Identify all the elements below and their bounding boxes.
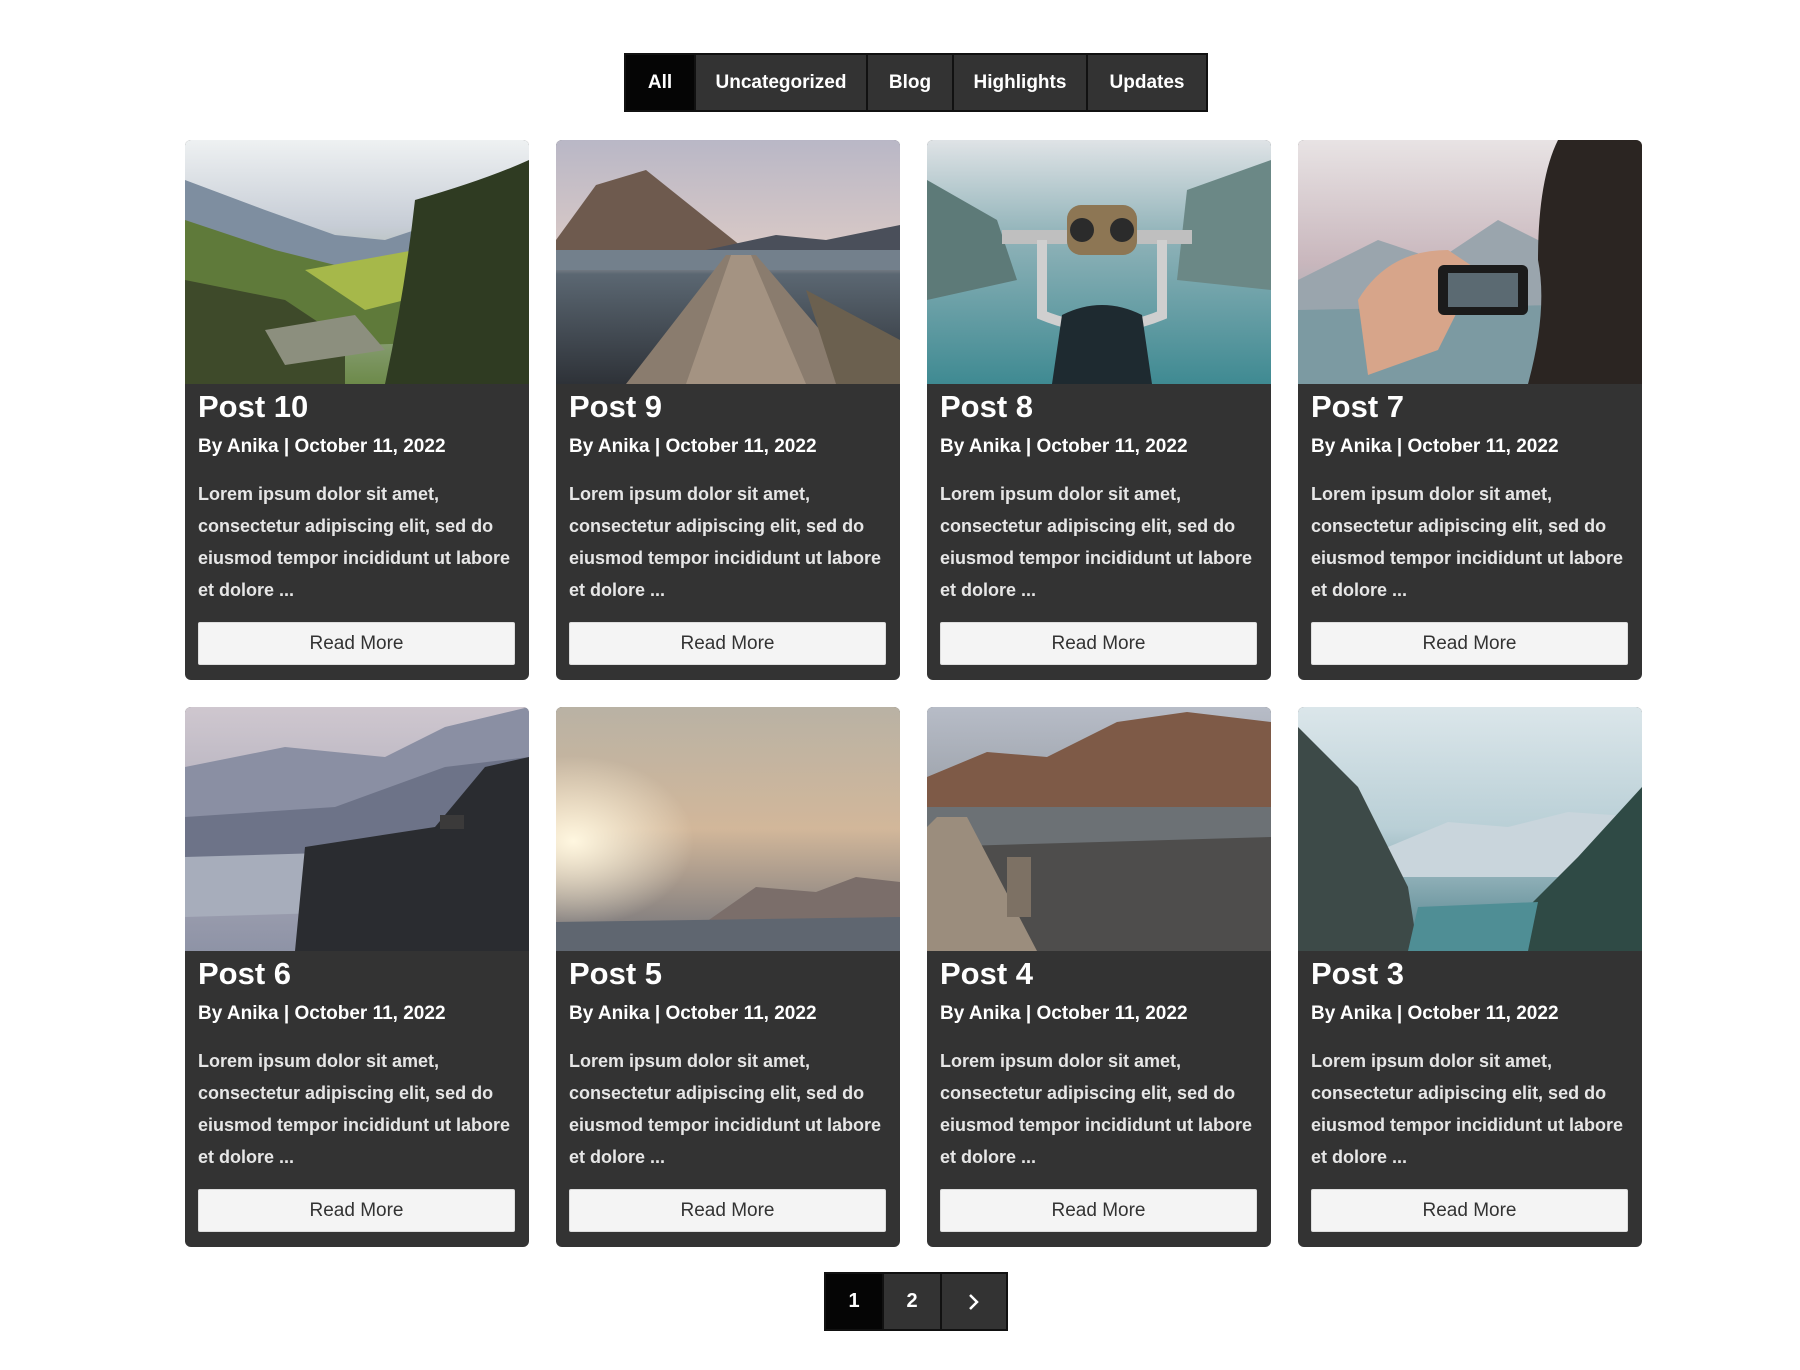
post-title[interactable]: Post 4 — [940, 956, 1033, 992]
post-thumbnail-image[interactable] — [1298, 140, 1642, 384]
post-thumbnail-image[interactable] — [1298, 707, 1642, 951]
post-card: Post 8 By Anika | October 11, 2022 Lorem… — [927, 140, 1271, 680]
page-2-button[interactable]: 2 — [884, 1274, 942, 1329]
post-meta: By Anika | October 11, 2022 — [940, 436, 1188, 457]
post-meta: By Anika | October 11, 2022 — [198, 1003, 446, 1024]
filter-highlights[interactable]: Highlights — [954, 55, 1088, 110]
post-thumbnail-image[interactable] — [185, 140, 529, 384]
read-more-button[interactable]: Read More — [569, 622, 886, 665]
read-more-button[interactable]: Read More — [569, 1189, 886, 1232]
post-excerpt: Lorem ipsum dolor sit amet, consectetur … — [1311, 1051, 1624, 1167]
post-title[interactable]: Post 10 — [198, 389, 308, 425]
post-thumbnail-image[interactable] — [927, 707, 1271, 951]
post-title[interactable]: Post 5 — [569, 956, 662, 992]
post-thumbnail-image[interactable] — [556, 140, 900, 384]
filter-uncategorized[interactable]: Uncategorized — [696, 55, 868, 110]
post-card: Post 7 By Anika | October 11, 2022 Lorem… — [1298, 140, 1642, 680]
post-card: Post 4 By Anika | October 11, 2022 Lorem… — [927, 707, 1271, 1247]
post-excerpt: Lorem ipsum dolor sit amet, consectetur … — [569, 484, 882, 600]
read-more-button[interactable]: Read More — [198, 622, 515, 665]
post-title[interactable]: Post 3 — [1311, 956, 1404, 992]
post-meta: By Anika | October 11, 2022 — [198, 436, 446, 457]
post-meta: By Anika | October 11, 2022 — [1311, 1003, 1559, 1024]
post-card: Post 6 By Anika | October 11, 2022 Lorem… — [185, 707, 529, 1247]
chevron-right-icon — [969, 1293, 979, 1310]
post-excerpt: Lorem ipsum dolor sit amet, consectetur … — [1311, 484, 1624, 600]
post-meta: By Anika | October 11, 2022 — [1311, 436, 1559, 457]
page-1-button[interactable]: 1 — [826, 1274, 884, 1329]
filter-blog[interactable]: Blog — [868, 55, 954, 110]
post-title[interactable]: Post 8 — [940, 389, 1033, 425]
post-excerpt: Lorem ipsum dolor sit amet, consectetur … — [940, 484, 1253, 600]
read-more-button[interactable]: Read More — [1311, 1189, 1628, 1232]
read-more-button[interactable]: Read More — [940, 1189, 1257, 1232]
post-card: Post 3 By Anika | October 11, 2022 Lorem… — [1298, 707, 1642, 1247]
read-more-button[interactable]: Read More — [940, 622, 1257, 665]
pagination: 1 2 — [824, 1272, 1008, 1331]
post-title[interactable]: Post 9 — [569, 389, 662, 425]
post-excerpt: Lorem ipsum dolor sit amet, consectetur … — [940, 1051, 1253, 1167]
post-meta: By Anika | October 11, 2022 — [569, 1003, 817, 1024]
post-card: Post 10 By Anika | October 11, 2022 Lore… — [185, 140, 529, 680]
post-thumbnail-image[interactable] — [556, 707, 900, 951]
post-excerpt: Lorem ipsum dolor sit amet, consectetur … — [198, 484, 511, 600]
post-thumbnail-image[interactable] — [185, 707, 529, 951]
post-card: Post 9 By Anika | October 11, 2022 Lorem… — [556, 140, 900, 680]
post-excerpt: Lorem ipsum dolor sit amet, consectetur … — [569, 1051, 882, 1167]
filter-all[interactable]: All — [626, 55, 696, 110]
post-excerpt: Lorem ipsum dolor sit amet, consectetur … — [198, 1051, 511, 1167]
category-filter-bar: All Uncategorized Blog Highlights Update… — [624, 53, 1208, 112]
post-meta: By Anika | October 11, 2022 — [569, 436, 817, 457]
read-more-button[interactable]: Read More — [198, 1189, 515, 1232]
filter-updates[interactable]: Updates — [1088, 55, 1206, 110]
post-title[interactable]: Post 6 — [198, 956, 291, 992]
next-page-button[interactable] — [942, 1274, 1006, 1329]
post-title[interactable]: Post 7 — [1311, 389, 1404, 425]
post-card: Post 5 By Anika | October 11, 2022 Lorem… — [556, 707, 900, 1247]
read-more-button[interactable]: Read More — [1311, 622, 1628, 665]
post-thumbnail-image[interactable] — [927, 140, 1271, 384]
post-meta: By Anika | October 11, 2022 — [940, 1003, 1188, 1024]
